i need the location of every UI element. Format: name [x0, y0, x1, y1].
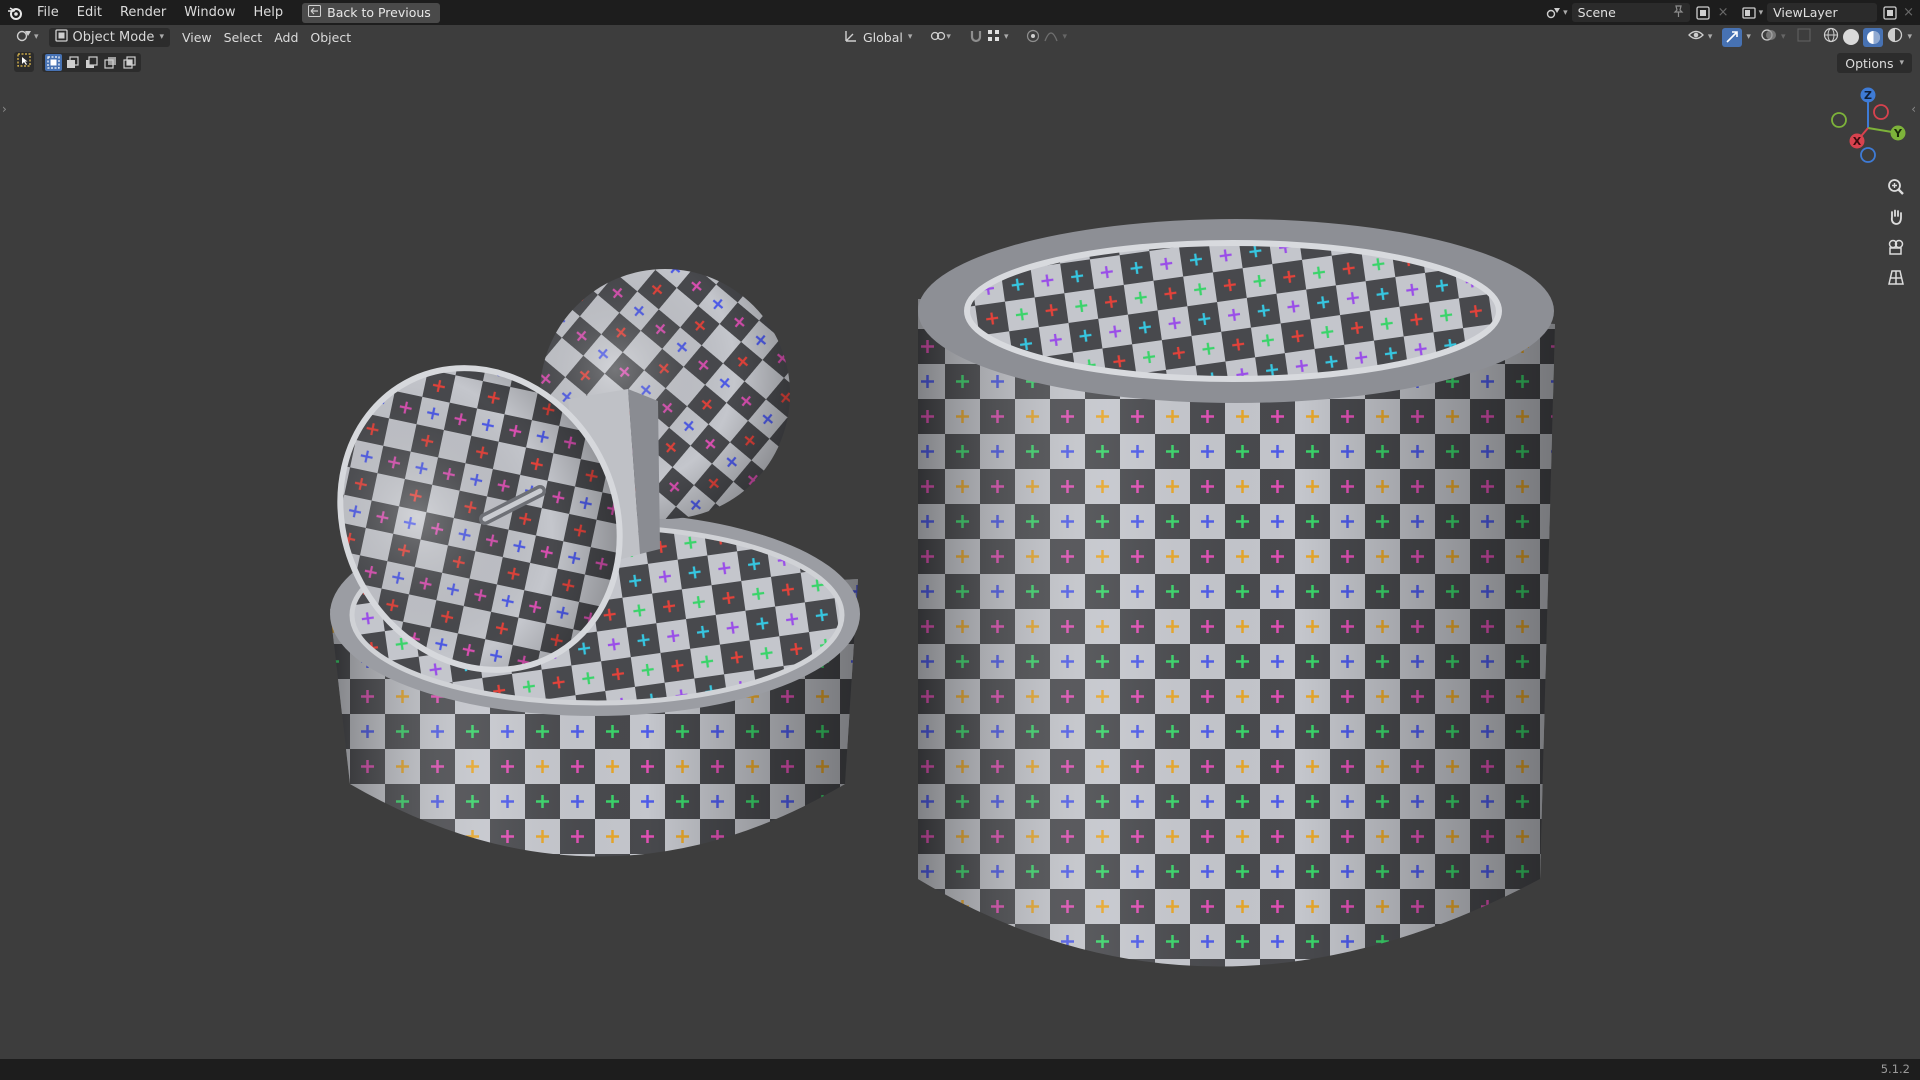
falloff-curve-icon[interactable] [1044, 29, 1059, 46]
snap-increment-icon[interactable] [987, 29, 1000, 45]
top-menu-bar: File Edit Render Window Help Back to Pre… [0, 0, 1920, 25]
menu-add[interactable]: Add [268, 28, 304, 47]
scene-selector[interactable]: Scene [1571, 3, 1690, 22]
scene-name: Scene [1577, 5, 1616, 20]
chevron-down-icon: ▾ [1758, 7, 1764, 18]
new-scene-icon[interactable] [1694, 4, 1712, 22]
wireframe-shading-icon[interactable] [1823, 27, 1839, 47]
material-preview-icon[interactable] [1863, 27, 1884, 47]
gizmo-z-label: Z [1864, 89, 1872, 102]
chevron-down-icon: ▾ [1746, 32, 1751, 42]
menu-object[interactable]: Object [304, 28, 357, 47]
chevron-down-icon: ▾ [159, 32, 164, 42]
pivot-point-dropdown[interactable]: ▾ [924, 28, 957, 47]
gizmo-toggle-icon[interactable] [1722, 27, 1743, 47]
menu-view[interactable]: View [176, 28, 218, 47]
proportional-editing-controls[interactable]: ▾ [1020, 28, 1073, 47]
chevron-down-icon: ▾ [1062, 32, 1067, 42]
menu-help[interactable]: Help [245, 0, 293, 25]
menu-select[interactable]: Select [218, 28, 269, 47]
menu-edit[interactable]: Edit [68, 0, 111, 25]
snap-magnet-icon[interactable] [969, 29, 983, 46]
gizmo-neg-z-axis[interactable] [1860, 147, 1876, 163]
fullscreen-back-icon [308, 5, 322, 20]
zoom-icon[interactable] [1883, 174, 1909, 200]
gizmo-y-label: Y [1893, 127, 1903, 140]
gizmo-neg-y-axis[interactable] [1831, 112, 1847, 128]
object-mode-icon [54, 28, 68, 46]
menu-window[interactable]: Window [175, 0, 244, 25]
camera-view-icon[interactable] [1883, 234, 1909, 260]
chevron-down-icon: ▾ [946, 32, 951, 42]
chevron-down-icon: ▾ [907, 32, 913, 42]
chevron-down-icon: ▾ [1563, 7, 1568, 18]
new-viewlayer-icon[interactable] [1881, 4, 1899, 22]
menu-render[interactable]: Render [111, 0, 175, 25]
transform-orientation-dropdown[interactable]: Global ▾ [838, 28, 918, 47]
back-to-previous-label: Back to Previous [327, 5, 431, 20]
large-cylinder-object[interactable] [918, 219, 1555, 967]
version-label: 5.1.2 [1880, 1062, 1910, 1076]
transform-tools: Global ▾ ▾ ▾ ▾ [838, 25, 1073, 49]
scene-type-icon[interactable] [1545, 4, 1563, 22]
proportional-edit-icon[interactable] [1026, 29, 1040, 46]
perspective-grid-icon[interactable] [1883, 264, 1909, 290]
solid-shading-icon[interactable] [1843, 29, 1860, 45]
rendered-shading-icon[interactable] [1887, 27, 1903, 47]
pin-icon[interactable] [1673, 4, 1684, 21]
3d-viewport-icon [16, 29, 32, 46]
overlays-icon[interactable] [1761, 28, 1777, 46]
top-right-controls: ▾ Scene × ▾ ViewLayer × [1545, 0, 1920, 25]
scene-render[interactable] [0, 49, 1920, 1059]
close-viewlayer-icon[interactable]: × [1903, 5, 1914, 20]
blender-logo-icon[interactable] [4, 2, 26, 24]
chevron-down-icon: ▾ [34, 32, 39, 42]
chevron-down-icon: ▾ [1003, 32, 1009, 42]
mode-selector[interactable]: Object Mode ▾ [48, 27, 170, 47]
gizmo-neg-x-axis[interactable] [1873, 104, 1889, 120]
editor-type-button[interactable]: ▾ [10, 28, 45, 47]
visibility-eye-icon[interactable] [1687, 28, 1704, 46]
viewport-header: ▾ Object Mode ▾ View Select Add Object G… [0, 25, 1920, 49]
chevron-down-icon: ▾ [1707, 32, 1713, 42]
viewport-display-controls: ▾ ▾ ▾ ▾ [1687, 25, 1912, 49]
viewlayer-name: ViewLayer [1773, 5, 1838, 20]
menu-file[interactable]: File [28, 0, 68, 25]
xray-icon[interactable] [1797, 28, 1812, 46]
gizmo-x-label: X [1853, 135, 1862, 148]
chevron-down-icon: ▾ [1780, 32, 1786, 42]
navigation-gizmo[interactable]: Z Y X [1822, 84, 1914, 170]
close-scene-icon[interactable]: × [1718, 5, 1729, 20]
back-to-previous-button[interactable]: Back to Previous [302, 2, 440, 23]
viewlayer-type-icon[interactable] [1741, 4, 1759, 22]
pivot-icon [930, 29, 946, 46]
snapping-controls[interactable]: ▾ [963, 28, 1015, 47]
orientation-label: Global [863, 29, 903, 45]
status-bar: 5.1.2 [0, 1059, 1920, 1080]
viewlayer-selector[interactable]: ViewLayer [1767, 3, 1878, 22]
3d-viewport[interactable]: Z Y X [0, 49, 1920, 1059]
orientation-icon [844, 29, 858, 46]
mode-label: Object Mode [72, 29, 155, 45]
chevron-down-icon: ▾ [1907, 32, 1912, 42]
pan-hand-icon[interactable] [1883, 204, 1909, 230]
